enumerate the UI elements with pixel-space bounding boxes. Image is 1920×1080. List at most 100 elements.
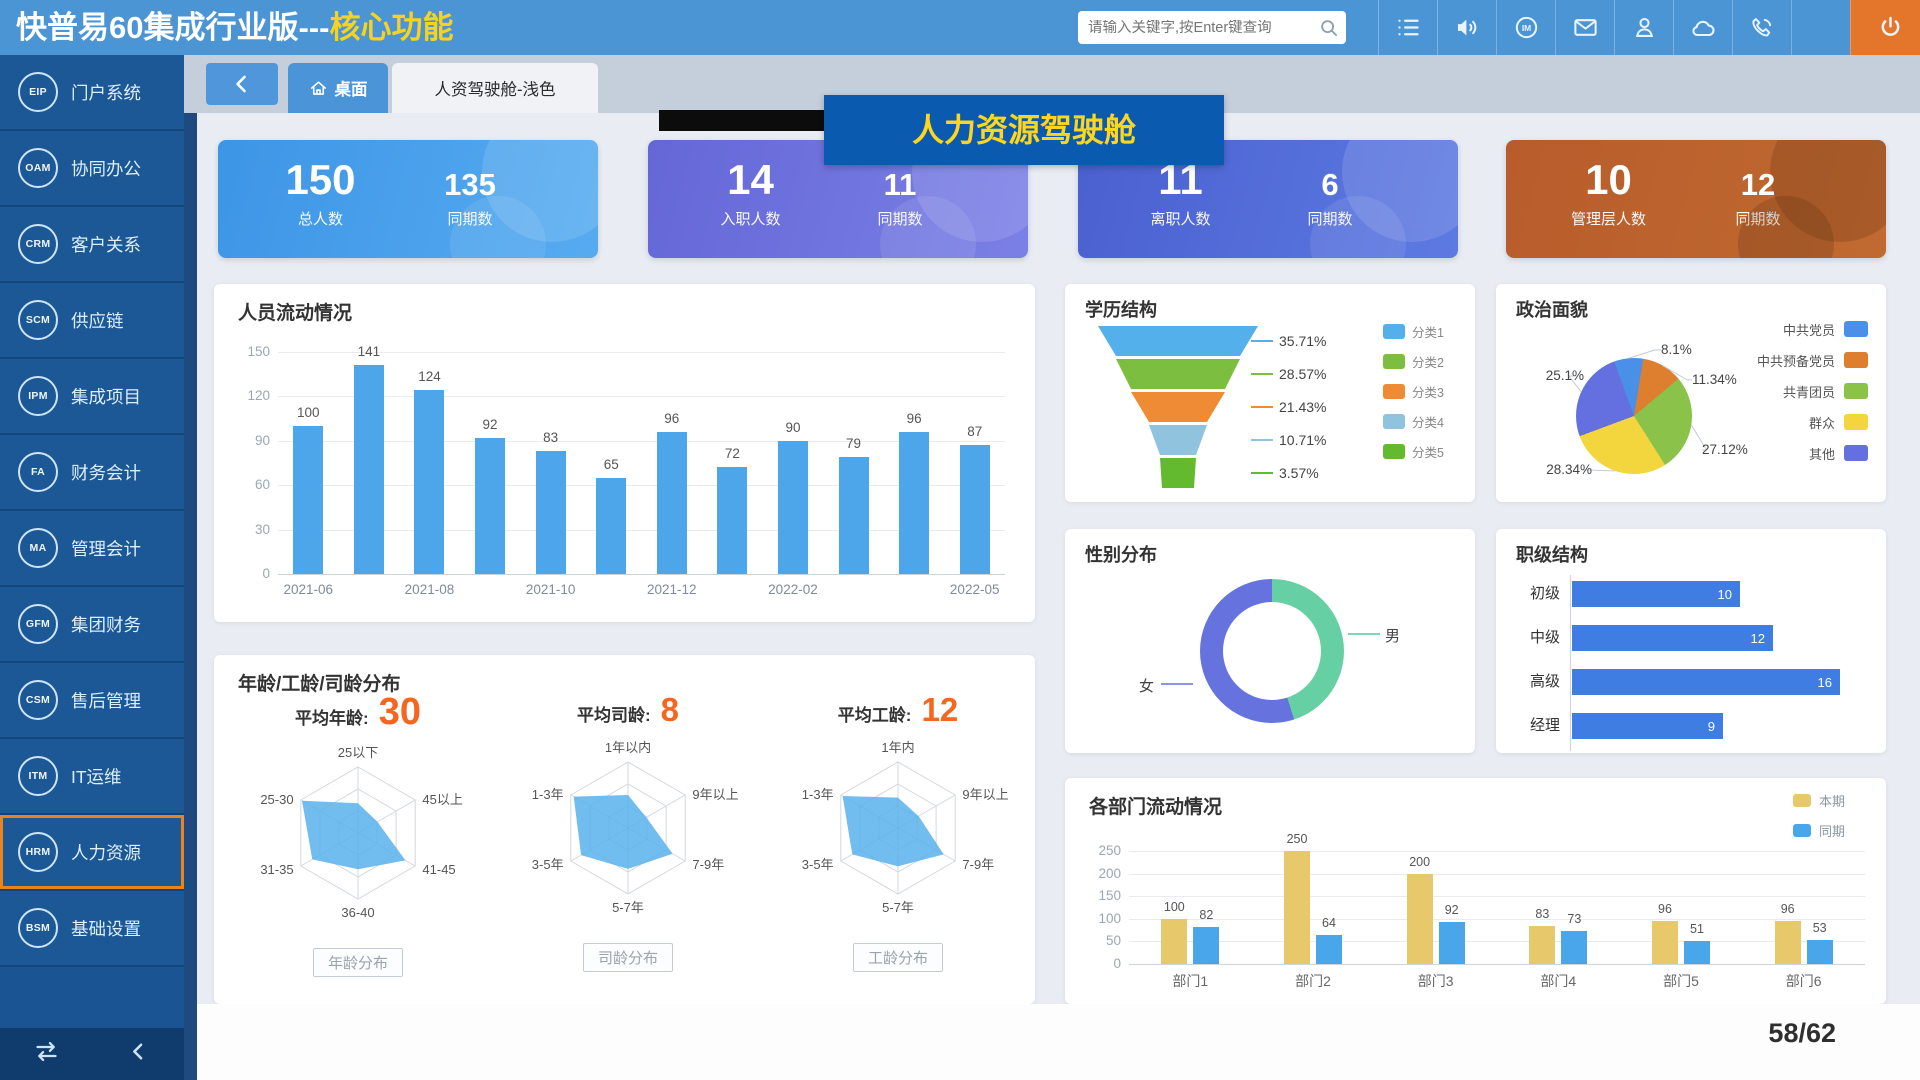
radar-footer-label[interactable]: 工龄分布 xyxy=(853,943,943,972)
y-axis-tick: 60 xyxy=(222,477,270,492)
back-button[interactable] xyxy=(206,63,278,105)
avg-value: 12 xyxy=(921,691,958,729)
fa-module-icon: FA xyxy=(18,452,58,492)
bar xyxy=(1284,851,1310,964)
kpi-secondary: 12同期数 xyxy=(1698,168,1818,229)
sidebar-item-SCM[interactable]: SCM供应链 xyxy=(0,283,184,359)
radar-axis-label: 3-5年 xyxy=(532,857,564,872)
tab-hr-dashboard[interactable]: 人资驾驶舱-浅色 xyxy=(392,63,598,113)
bar xyxy=(717,467,747,574)
mail-icon-button[interactable] xyxy=(1555,0,1614,55)
gfm-module-icon: GFM xyxy=(18,604,58,644)
bar xyxy=(475,438,505,574)
x-axis-label: 2021-08 xyxy=(384,582,474,597)
kpi-sub-value: 6 xyxy=(1270,168,1390,202)
phone-icon-button[interactable] xyxy=(1732,0,1791,55)
kpi-secondary: 135同期数 xyxy=(410,168,530,229)
x-axis-label: 部门2 xyxy=(1252,971,1375,991)
bar-value-label: 96 xyxy=(647,411,697,426)
kpi-label: 入职人数 xyxy=(688,208,813,229)
bar xyxy=(839,457,869,574)
legend-label: 分类1 xyxy=(1412,322,1444,341)
legend-label: 分类5 xyxy=(1412,442,1444,461)
kpi-card-0: 150总人数135同期数 xyxy=(218,140,598,258)
kpi-label: 管理层人数 xyxy=(1546,208,1671,229)
speaker-icon-button[interactable] xyxy=(1437,0,1496,55)
radar-axis-label: 3-5年 xyxy=(802,857,834,872)
x-axis-label: 部门1 xyxy=(1129,971,1252,991)
tab-desktop[interactable]: 桌面 xyxy=(288,63,388,113)
gender-distribution-card: 性别分布 男女 xyxy=(1065,529,1475,753)
sidebar-item-label: IT运维 xyxy=(71,764,122,789)
y-axis-tick: 90 xyxy=(222,433,270,448)
user-icon xyxy=(1631,14,1658,41)
x-axis-label: 2022-05 xyxy=(930,582,1020,597)
bar-value-label: 64 xyxy=(1304,916,1354,930)
sidebar-item-HRM[interactable]: HRM人力资源 xyxy=(0,815,184,891)
bar xyxy=(1161,919,1187,964)
legend-label: 同期 xyxy=(1819,821,1845,840)
age-tenure-card: 年龄/工龄/司龄分布 平均年龄:3025以下45以上41-4536-4031-3… xyxy=(214,655,1035,1004)
funnel-percent-label: 10.71% xyxy=(1279,432,1359,448)
kpi-secondary: 11同期数 xyxy=(840,168,960,229)
collapse-sidebar-icon[interactable] xyxy=(126,1039,151,1069)
x-axis-label: 2021-06 xyxy=(263,582,353,597)
pie-shape xyxy=(1576,358,1692,474)
radar-axis-label: 5-7年 xyxy=(612,900,644,915)
swap-panels-icon[interactable] xyxy=(33,1038,60,1070)
bar xyxy=(536,451,566,574)
y-axis-tick: 120 xyxy=(222,388,270,403)
bar-value-label: 90 xyxy=(768,420,818,435)
bsm-module-icon: BSM xyxy=(18,908,58,948)
funnel-connector xyxy=(1251,472,1273,474)
x-axis-line xyxy=(278,574,1005,575)
sidebar-item-FA[interactable]: FA财务会计 xyxy=(0,435,184,511)
sidebar-item-CSM[interactable]: CSM售后管理 xyxy=(0,663,184,739)
legend-item: 分类2 xyxy=(1383,352,1469,370)
legend-label: 中共党员 xyxy=(1783,320,1835,339)
sidebar-item-BSM[interactable]: BSM基础设置 xyxy=(0,891,184,967)
list-icon-button[interactable] xyxy=(1378,0,1437,55)
sidebar-item-EIP[interactable]: EIP门户系统 xyxy=(0,55,184,131)
search-input[interactable] xyxy=(1078,20,1318,36)
gender-label-male: 男 xyxy=(1385,625,1425,646)
legend-label: 中共预备党员 xyxy=(1757,351,1835,370)
radar-axis-label: 41-45 xyxy=(422,862,455,877)
sidebar-item-CRM[interactable]: CRM客户关系 xyxy=(0,207,184,283)
radar-axis-label: 7-9年 xyxy=(692,857,724,872)
legend-swatch xyxy=(1844,414,1868,430)
sidebar-item-label: 人力资源 xyxy=(71,840,141,865)
x-axis-line xyxy=(1129,964,1865,965)
sidebar-item-ITM[interactable]: ITMIT运维 xyxy=(0,739,184,815)
user-icon-button[interactable] xyxy=(1614,0,1673,55)
legend-item: 共青团员 xyxy=(1676,382,1868,400)
kpi-label: 总人数 xyxy=(258,208,383,229)
funnel-connector xyxy=(1251,340,1273,342)
topbar-icon-group: IM xyxy=(1378,0,1920,55)
app-title-accent: 核心功能 xyxy=(329,10,453,45)
legend-swatch xyxy=(1383,414,1405,429)
search-icon[interactable] xyxy=(1318,17,1340,39)
power-icon-button[interactable] xyxy=(1850,0,1920,55)
sidebar-item-IPM[interactable]: IPM集成项目 xyxy=(0,359,184,435)
y-axis-line xyxy=(1570,575,1571,751)
cloud-icon-button[interactable] xyxy=(1673,0,1732,55)
im-icon-button[interactable]: IM xyxy=(1496,0,1555,55)
sidebar-item-GFM[interactable]: GFM集团财务 xyxy=(0,587,184,663)
tab-hr-dashboard-label: 人资驾驶舱-浅色 xyxy=(435,76,556,100)
legend-swatch xyxy=(1844,352,1868,368)
sidebar-item-MA[interactable]: MA管理会计 xyxy=(0,511,184,587)
legend-swatch xyxy=(1793,824,1811,837)
sidebar-item-OAM[interactable]: OAM协同办公 xyxy=(0,131,184,207)
kpi-sub-label: 同期数 xyxy=(1270,208,1390,229)
legend-item: 分类5 xyxy=(1383,442,1469,460)
radar-footer-label[interactable]: 司龄分布 xyxy=(583,943,673,972)
app-title-main: 快普易60集成行业版--- xyxy=(16,10,329,45)
radar-footer-label[interactable]: 年龄分布 xyxy=(313,948,403,977)
bar-value-label: 73 xyxy=(1549,912,1599,926)
bar xyxy=(1529,926,1555,964)
funnel-percent-label: 28.57% xyxy=(1279,366,1359,382)
bar: 12 xyxy=(1572,625,1773,651)
home-icon xyxy=(309,79,328,98)
gender-label-female: 女 xyxy=(1139,675,1179,696)
